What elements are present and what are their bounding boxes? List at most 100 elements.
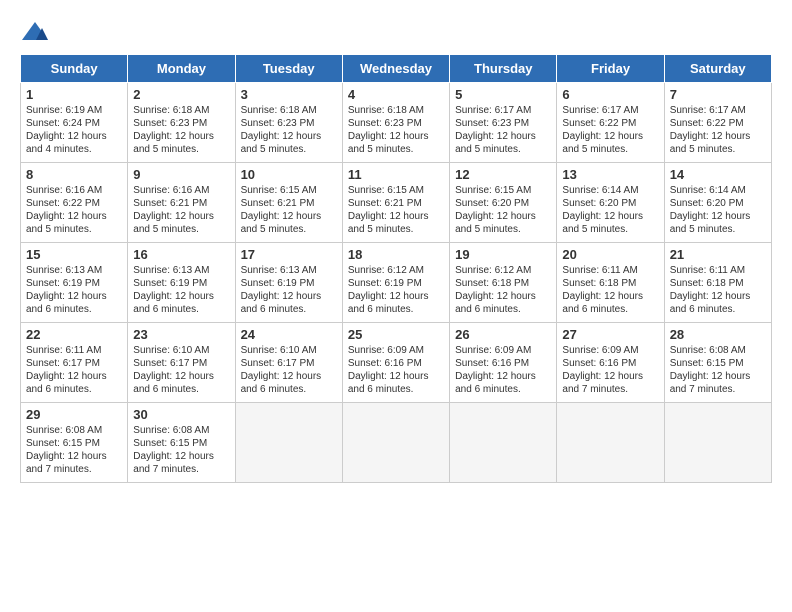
weekday-header-thursday: Thursday	[450, 55, 557, 83]
calendar-cell: 30 Sunrise: 6:08 AMSunset: 6:15 PMDaylig…	[128, 403, 235, 483]
cell-info: Sunrise: 6:18 AMSunset: 6:23 PMDaylight:…	[241, 105, 322, 155]
calendar-cell: 23 Sunrise: 6:10 AMSunset: 6:17 PMDaylig…	[128, 323, 235, 403]
weekday-header-tuesday: Tuesday	[235, 55, 342, 83]
day-number: 20	[562, 247, 658, 262]
cell-info: Sunrise: 6:13 AMSunset: 6:19 PMDaylight:…	[241, 265, 322, 315]
calendar-cell: 29 Sunrise: 6:08 AMSunset: 6:15 PMDaylig…	[21, 403, 128, 483]
calendar-cell: 4 Sunrise: 6:18 AMSunset: 6:23 PMDayligh…	[342, 83, 449, 163]
weekday-header-sunday: Sunday	[21, 55, 128, 83]
calendar-cell: 10 Sunrise: 6:15 AMSunset: 6:21 PMDaylig…	[235, 163, 342, 243]
cell-info: Sunrise: 6:16 AMSunset: 6:22 PMDaylight:…	[26, 185, 107, 235]
cell-info: Sunrise: 6:18 AMSunset: 6:23 PMDaylight:…	[133, 105, 214, 155]
cell-info: Sunrise: 6:15 AMSunset: 6:20 PMDaylight:…	[455, 185, 536, 235]
cell-info: Sunrise: 6:08 AMSunset: 6:15 PMDaylight:…	[26, 425, 107, 475]
calendar-cell: 1 Sunrise: 6:19 AMSunset: 6:24 PMDayligh…	[21, 83, 128, 163]
weekday-header-wednesday: Wednesday	[342, 55, 449, 83]
day-number: 10	[241, 167, 337, 182]
page-header	[20, 20, 772, 44]
calendar-cell: 27 Sunrise: 6:09 AMSunset: 6:16 PMDaylig…	[557, 323, 664, 403]
calendar-cell: 11 Sunrise: 6:15 AMSunset: 6:21 PMDaylig…	[342, 163, 449, 243]
calendar-cell: 24 Sunrise: 6:10 AMSunset: 6:17 PMDaylig…	[235, 323, 342, 403]
calendar-cell	[557, 403, 664, 483]
cell-info: Sunrise: 6:12 AMSunset: 6:18 PMDaylight:…	[455, 265, 536, 315]
calendar-week-1: 1 Sunrise: 6:19 AMSunset: 6:24 PMDayligh…	[21, 83, 772, 163]
cell-info: Sunrise: 6:19 AMSunset: 6:24 PMDaylight:…	[26, 105, 107, 155]
calendar-cell: 13 Sunrise: 6:14 AMSunset: 6:20 PMDaylig…	[557, 163, 664, 243]
cell-info: Sunrise: 6:10 AMSunset: 6:17 PMDaylight:…	[241, 345, 322, 395]
weekday-header-monday: Monday	[128, 55, 235, 83]
cell-info: Sunrise: 6:15 AMSunset: 6:21 PMDaylight:…	[241, 185, 322, 235]
logo	[20, 20, 54, 44]
cell-info: Sunrise: 6:08 AMSunset: 6:15 PMDaylight:…	[670, 345, 751, 395]
calendar-week-2: 8 Sunrise: 6:16 AMSunset: 6:22 PMDayligh…	[21, 163, 772, 243]
day-number: 1	[26, 87, 122, 102]
logo-icon	[20, 20, 50, 44]
calendar-cell: 6 Sunrise: 6:17 AMSunset: 6:22 PMDayligh…	[557, 83, 664, 163]
day-number: 15	[26, 247, 122, 262]
calendar-cell	[235, 403, 342, 483]
cell-info: Sunrise: 6:10 AMSunset: 6:17 PMDaylight:…	[133, 345, 214, 395]
cell-info: Sunrise: 6:12 AMSunset: 6:19 PMDaylight:…	[348, 265, 429, 315]
cell-info: Sunrise: 6:08 AMSunset: 6:15 PMDaylight:…	[133, 425, 214, 475]
cell-info: Sunrise: 6:17 AMSunset: 6:22 PMDaylight:…	[670, 105, 751, 155]
cell-info: Sunrise: 6:09 AMSunset: 6:16 PMDaylight:…	[562, 345, 643, 395]
day-number: 23	[133, 327, 229, 342]
day-number: 2	[133, 87, 229, 102]
cell-info: Sunrise: 6:11 AMSunset: 6:18 PMDaylight:…	[562, 265, 643, 315]
day-number: 25	[348, 327, 444, 342]
day-number: 21	[670, 247, 766, 262]
calendar-week-4: 22 Sunrise: 6:11 AMSunset: 6:17 PMDaylig…	[21, 323, 772, 403]
cell-info: Sunrise: 6:15 AMSunset: 6:21 PMDaylight:…	[348, 185, 429, 235]
weekday-header-saturday: Saturday	[664, 55, 771, 83]
cell-info: Sunrise: 6:13 AMSunset: 6:19 PMDaylight:…	[26, 265, 107, 315]
day-number: 7	[670, 87, 766, 102]
calendar-week-5: 29 Sunrise: 6:08 AMSunset: 6:15 PMDaylig…	[21, 403, 772, 483]
calendar-cell: 19 Sunrise: 6:12 AMSunset: 6:18 PMDaylig…	[450, 243, 557, 323]
calendar-cell: 3 Sunrise: 6:18 AMSunset: 6:23 PMDayligh…	[235, 83, 342, 163]
day-number: 22	[26, 327, 122, 342]
day-number: 4	[348, 87, 444, 102]
day-number: 19	[455, 247, 551, 262]
day-number: 13	[562, 167, 658, 182]
day-number: 14	[670, 167, 766, 182]
day-number: 8	[26, 167, 122, 182]
calendar-cell: 25 Sunrise: 6:09 AMSunset: 6:16 PMDaylig…	[342, 323, 449, 403]
day-number: 26	[455, 327, 551, 342]
calendar-cell: 12 Sunrise: 6:15 AMSunset: 6:20 PMDaylig…	[450, 163, 557, 243]
calendar-cell: 20 Sunrise: 6:11 AMSunset: 6:18 PMDaylig…	[557, 243, 664, 323]
weekday-header-friday: Friday	[557, 55, 664, 83]
calendar-cell: 8 Sunrise: 6:16 AMSunset: 6:22 PMDayligh…	[21, 163, 128, 243]
day-number: 29	[26, 407, 122, 422]
cell-info: Sunrise: 6:11 AMSunset: 6:18 PMDaylight:…	[670, 265, 751, 315]
day-number: 30	[133, 407, 229, 422]
cell-info: Sunrise: 6:11 AMSunset: 6:17 PMDaylight:…	[26, 345, 107, 395]
cell-info: Sunrise: 6:17 AMSunset: 6:23 PMDaylight:…	[455, 105, 536, 155]
day-number: 6	[562, 87, 658, 102]
day-number: 11	[348, 167, 444, 182]
calendar-cell: 9 Sunrise: 6:16 AMSunset: 6:21 PMDayligh…	[128, 163, 235, 243]
day-number: 9	[133, 167, 229, 182]
day-number: 28	[670, 327, 766, 342]
day-number: 27	[562, 327, 658, 342]
weekday-header-row: SundayMondayTuesdayWednesdayThursdayFrid…	[21, 55, 772, 83]
calendar-week-3: 15 Sunrise: 6:13 AMSunset: 6:19 PMDaylig…	[21, 243, 772, 323]
calendar-cell	[342, 403, 449, 483]
calendar-cell: 18 Sunrise: 6:12 AMSunset: 6:19 PMDaylig…	[342, 243, 449, 323]
calendar-cell: 17 Sunrise: 6:13 AMSunset: 6:19 PMDaylig…	[235, 243, 342, 323]
day-number: 12	[455, 167, 551, 182]
calendar-cell: 15 Sunrise: 6:13 AMSunset: 6:19 PMDaylig…	[21, 243, 128, 323]
cell-info: Sunrise: 6:18 AMSunset: 6:23 PMDaylight:…	[348, 105, 429, 155]
calendar-cell: 2 Sunrise: 6:18 AMSunset: 6:23 PMDayligh…	[128, 83, 235, 163]
calendar-cell: 22 Sunrise: 6:11 AMSunset: 6:17 PMDaylig…	[21, 323, 128, 403]
cell-info: Sunrise: 6:14 AMSunset: 6:20 PMDaylight:…	[670, 185, 751, 235]
cell-info: Sunrise: 6:14 AMSunset: 6:20 PMDaylight:…	[562, 185, 643, 235]
cell-info: Sunrise: 6:09 AMSunset: 6:16 PMDaylight:…	[348, 345, 429, 395]
cell-info: Sunrise: 6:13 AMSunset: 6:19 PMDaylight:…	[133, 265, 214, 315]
cell-info: Sunrise: 6:09 AMSunset: 6:16 PMDaylight:…	[455, 345, 536, 395]
calendar-cell: 21 Sunrise: 6:11 AMSunset: 6:18 PMDaylig…	[664, 243, 771, 323]
calendar-cell: 16 Sunrise: 6:13 AMSunset: 6:19 PMDaylig…	[128, 243, 235, 323]
day-number: 3	[241, 87, 337, 102]
day-number: 18	[348, 247, 444, 262]
calendar-cell: 7 Sunrise: 6:17 AMSunset: 6:22 PMDayligh…	[664, 83, 771, 163]
cell-info: Sunrise: 6:17 AMSunset: 6:22 PMDaylight:…	[562, 105, 643, 155]
